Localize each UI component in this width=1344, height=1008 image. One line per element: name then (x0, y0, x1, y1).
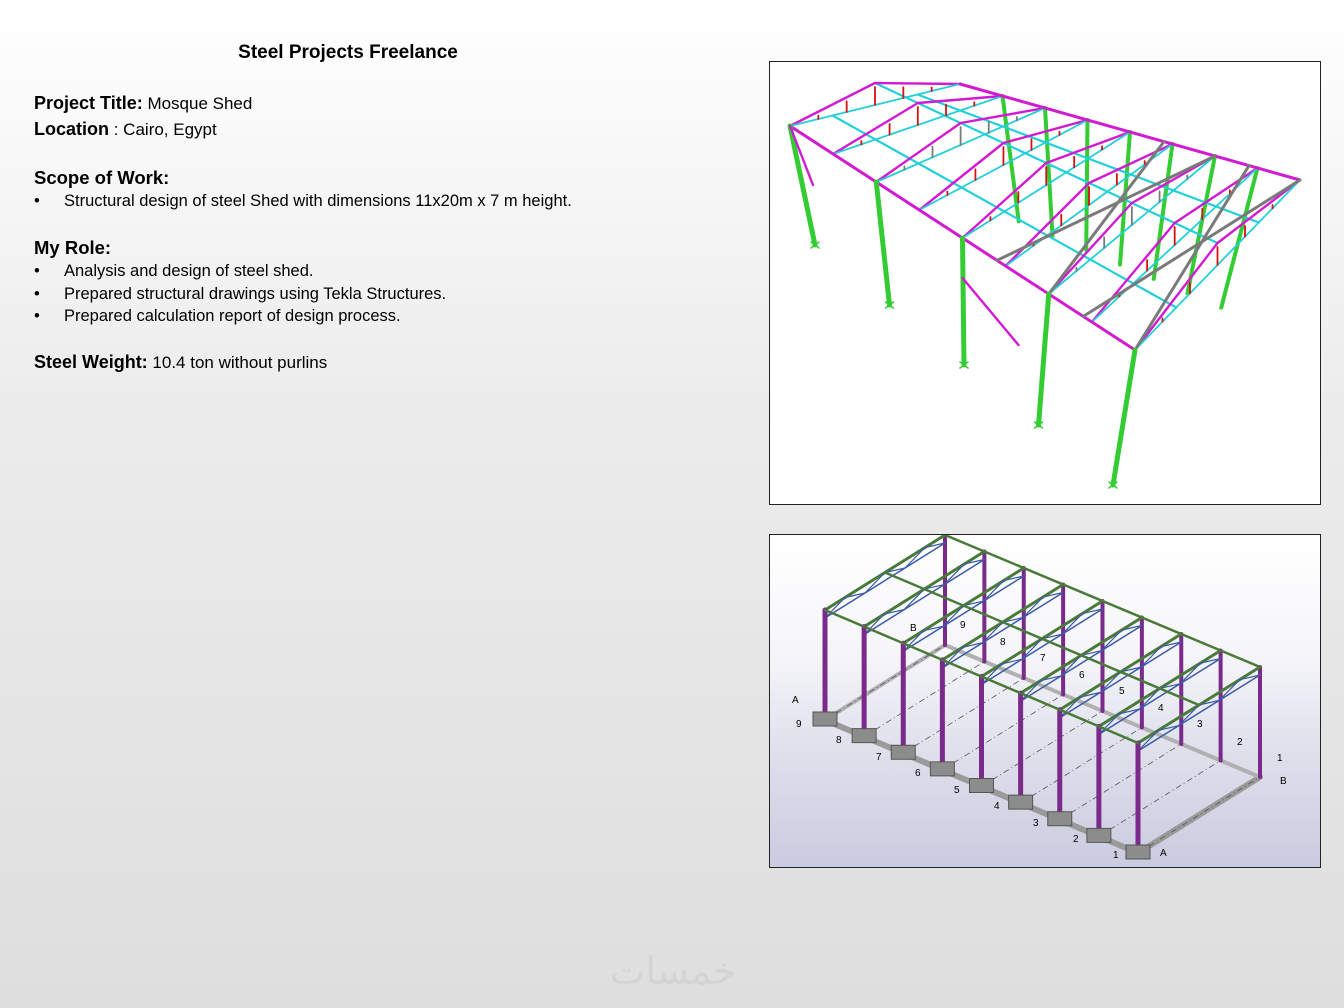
tekla-model-drawing: A A B B 9 8 7 6 5 4 3 2 1 1 2 3 4 5 6 7 8 9 (792, 535, 1287, 861)
slide-title: Steel Projects Freelance (238, 42, 458, 63)
role-item: Analysis and design of steel shed. (34, 260, 446, 283)
grid-label: 7 (876, 752, 882, 763)
analysis-model-image (769, 61, 1321, 505)
axis-label-a: A (1160, 848, 1167, 859)
roof-bracing (1133, 164, 1251, 352)
truss-top-chord (873, 81, 962, 86)
footing (1047, 811, 1073, 827)
footing (1086, 827, 1112, 843)
steel-weight-value: 10.4 ton without purlins (152, 353, 328, 372)
project-title-line: Project Title: Mosque Shed (34, 93, 252, 114)
wall-bracing (961, 276, 1020, 347)
tekla-model-image: A A B B 9 8 7 6 5 4 3 2 1 1 2 3 4 5 6 7 8 9 (769, 534, 1321, 868)
grid-label: 5 (954, 785, 960, 796)
footing (1125, 844, 1151, 860)
grid-label: 4 (994, 801, 1000, 812)
column (1036, 291, 1052, 428)
column (1110, 347, 1138, 488)
roof-bracing (1081, 178, 1302, 318)
scope-list: Structural design of steel Shed with dim… (34, 190, 572, 213)
grid-line (1020, 727, 1143, 804)
grid-label: 8 (836, 735, 842, 746)
grid-label: 8 (1000, 637, 1006, 648)
role-heading: My Role: (34, 237, 112, 258)
scope-heading: Scope of Work: (34, 167, 170, 188)
grid-label: 7 (1040, 653, 1046, 664)
steel-weight-label: Steel Weight: (34, 352, 148, 372)
grid-line (981, 710, 1103, 787)
column (1151, 142, 1175, 281)
truss-chord (863, 558, 986, 636)
column (873, 179, 892, 308)
steel-weight-line: Steel Weight: 10.4 ton without purlins (34, 352, 327, 373)
grid-label: 5 (1119, 686, 1125, 697)
grid-label: 9 (796, 719, 802, 730)
grid-label: 3 (1033, 818, 1039, 829)
axis-label-b: B (1280, 776, 1287, 787)
role-item: Prepared calculation report of design pr… (34, 305, 446, 328)
grid-label: 4 (1158, 703, 1164, 714)
grid-label: 2 (1073, 834, 1079, 845)
grid-label: 6 (915, 768, 921, 779)
footing (851, 728, 877, 744)
role-item: Prepared structural drawings using Tekla… (34, 283, 446, 306)
footing (812, 711, 838, 727)
location-line: Location : Cairo, Egypt (34, 119, 217, 140)
footing (969, 778, 994, 793)
project-title-value: Mosque Shed (147, 94, 253, 113)
grid-label: 3 (1197, 719, 1203, 730)
truss-chord (824, 542, 946, 619)
grid-line (903, 677, 1024, 754)
footing (929, 761, 955, 777)
grid-label: 1 (1277, 753, 1283, 764)
grid-label: 6 (1079, 670, 1085, 681)
grid-label: 2 (1237, 737, 1243, 748)
roof-bracing (995, 154, 1217, 262)
column (787, 123, 818, 248)
location-label: Location (34, 119, 109, 139)
footing (1008, 794, 1034, 810)
axis-label-a: A (792, 695, 799, 706)
grid-line (942, 694, 1064, 771)
project-title-label: Project Title: (34, 93, 143, 113)
grid-line (1098, 760, 1221, 837)
grid-line (863, 661, 985, 737)
truss-top-chord (788, 81, 877, 128)
grid-line (1059, 743, 1182, 821)
footing (890, 744, 916, 760)
watermark-logo: خمسات (609, 949, 737, 993)
role-list: Analysis and design of steel shed. Prepa… (34, 260, 446, 328)
column (960, 235, 967, 368)
scope-item: Structural design of steel Shed with dim… (34, 190, 572, 213)
grid-label: 9 (960, 620, 966, 631)
axis-label-b: B (910, 623, 917, 634)
location-value: : Cairo, Egypt (113, 120, 217, 139)
analysis-model-drawing (787, 81, 1302, 489)
grid-label: 1 (1113, 850, 1119, 861)
